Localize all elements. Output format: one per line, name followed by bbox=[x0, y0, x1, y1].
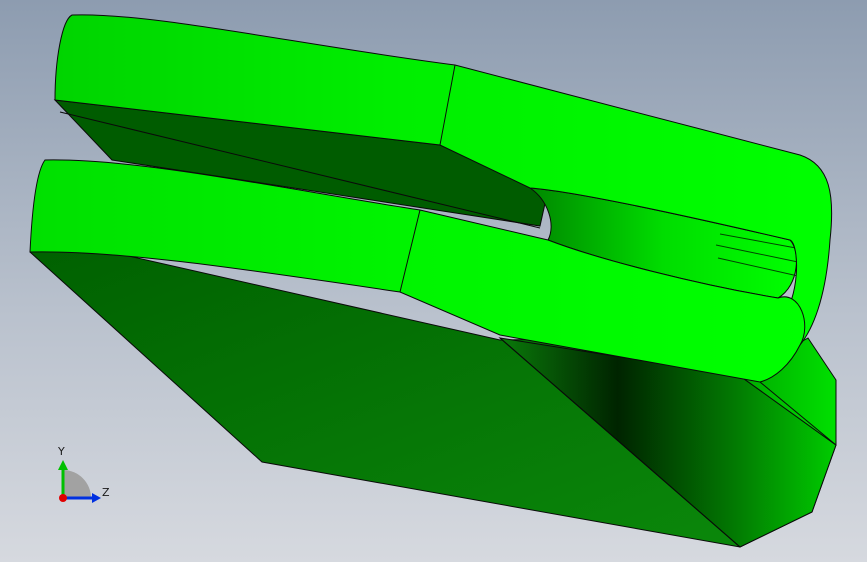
triad-y-arrow-icon bbox=[58, 460, 68, 470]
triad-x-axis-dot bbox=[59, 494, 67, 502]
3d-model-view[interactable]: Y Z bbox=[0, 0, 867, 562]
coordinate-triad[interactable]: Y Z bbox=[57, 445, 110, 503]
triad-quadrant-shade bbox=[63, 470, 91, 498]
triad-z-arrow-icon bbox=[92, 493, 101, 503]
triad-y-label: Y bbox=[57, 445, 65, 458]
triad-z-label: Z bbox=[102, 486, 110, 499]
graphics-viewport[interactable]: Y Z bbox=[0, 0, 867, 562]
